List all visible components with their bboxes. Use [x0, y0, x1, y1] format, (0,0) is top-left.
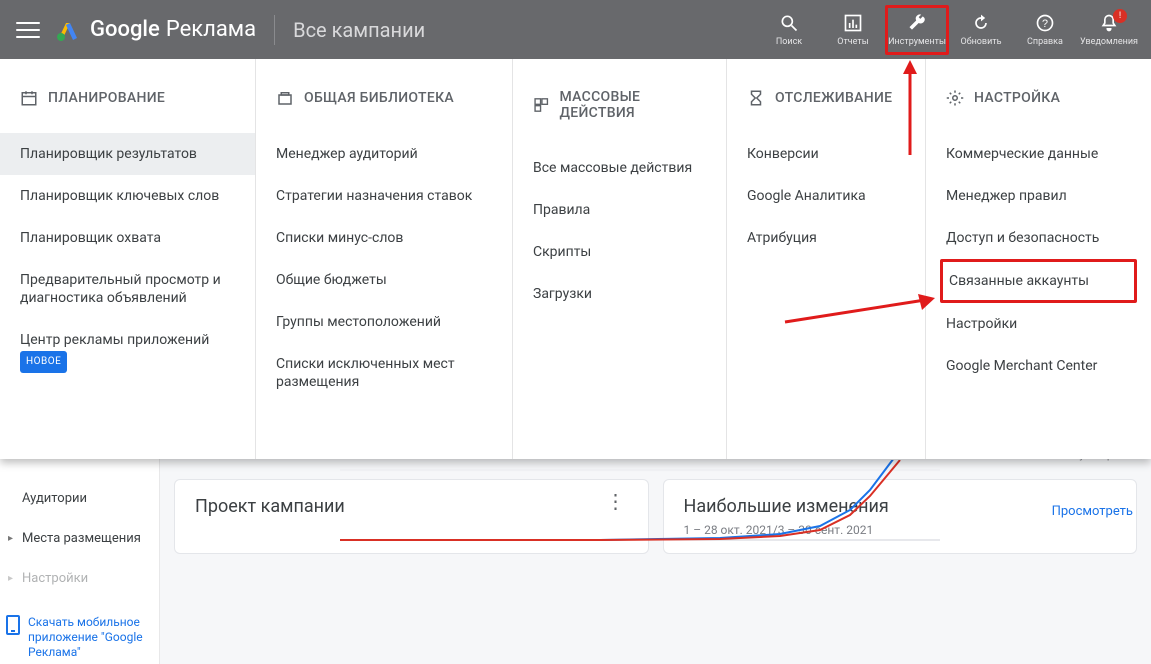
mega-head-shared: ОБЩАЯ БИБЛИОТЕКА	[276, 89, 492, 107]
menu-item-keyword-planner[interactable]: Планировщик ключевых слов	[20, 175, 235, 217]
sidebar-item-placements[interactable]: Места размещения	[0, 519, 159, 559]
menu-item-uploads[interactable]: Загрузки	[533, 273, 706, 315]
menu-item-business-data[interactable]: Коммерческие данные	[946, 133, 1131, 175]
menu-icon[interactable]	[16, 18, 40, 42]
phone-icon	[6, 615, 20, 635]
mega-head-tracking: ОТСЛЕЖИВАНИЕ	[747, 89, 905, 107]
menu-item-performance-planner[interactable]: Планировщик результатов	[0, 133, 255, 175]
bulk-icon	[533, 96, 549, 114]
reports-button[interactable]: Отчеты	[821, 5, 885, 55]
tools-button[interactable]: Инструменты	[885, 5, 949, 55]
mega-col-bulk: МАССОВЫЕ ДЕЙСТВИЯ Все массовые действия …	[512, 59, 726, 459]
library-icon	[276, 89, 294, 107]
menu-item-preferences[interactable]: Настройки	[946, 303, 1131, 345]
menu-item-attribution[interactable]: Атрибуция	[747, 217, 905, 259]
menu-item-negative-keywords[interactable]: Списки минус-слов	[276, 217, 492, 259]
mega-title-tracking: ОТСЛЕЖИВАНИЕ	[775, 90, 892, 106]
menu-item-placement-exclusions[interactable]: Списки исключенных мест размещения	[276, 343, 492, 403]
header-divider	[274, 15, 275, 45]
brand-sub: Реклама	[166, 17, 256, 42]
menu-item-rules[interactable]: Правила	[533, 189, 706, 231]
notification-badge: !	[1113, 9, 1127, 23]
new-badge: НОВОЕ	[20, 351, 67, 373]
calendar-icon	[20, 89, 38, 107]
help-icon: ?	[1034, 12, 1056, 34]
refresh-icon	[970, 12, 992, 34]
menu-item-linked-accounts[interactable]: Связанные аккаунты	[940, 259, 1137, 303]
mega-col-settings: НАСТРОЙКА Коммерческие данные Менеджер п…	[925, 59, 1151, 459]
mega-head-settings: НАСТРОЙКА	[946, 89, 1131, 107]
refresh-label: Обновить	[961, 37, 1002, 47]
app-header: Google Реклама Все кампании Поиск Отчеты…	[0, 0, 1151, 59]
brand-main: Google	[90, 17, 160, 42]
mega-title-planning: ПЛАНИРОВАНИЕ	[48, 90, 165, 106]
mega-head-planning: ПЛАНИРОВАНИЕ	[20, 89, 235, 107]
app-promo-text: Скачать мобильное приложение "Google Рек…	[28, 615, 153, 660]
mega-title-shared: ОБЩАЯ БИБЛИОТЕКА	[304, 90, 454, 106]
tools-label: Инструменты	[888, 37, 946, 47]
menu-item-conversions[interactable]: Конверсии	[747, 133, 905, 175]
overview-chart	[300, 460, 1000, 580]
menu-item-reach-planner[interactable]: Планировщик охвата	[20, 217, 235, 259]
brand-text: Google Реклама	[90, 17, 256, 42]
refresh-button[interactable]: Обновить	[949, 5, 1013, 55]
menu-item-merchant-center[interactable]: Google Merchant Center	[946, 345, 1131, 387]
mega-head-bulk: МАССОВЫЕ ДЕЙСТВИЯ	[533, 89, 706, 121]
notifications-label: Уведомления	[1080, 37, 1138, 47]
google-ads-logo-icon	[56, 18, 80, 42]
mega-col-planning: ПЛАНИРОВАНИЕ Планировщик результатов Пла…	[0, 59, 255, 459]
mega-title-bulk: МАССОВЫЕ ДЕЙСТВИЯ	[559, 89, 706, 121]
sidebar-item-settings[interactable]: Настройки	[0, 559, 159, 599]
reports-label: Отчеты	[837, 37, 868, 47]
search-icon	[778, 12, 800, 34]
view-link[interactable]: Просмотреть	[1052, 504, 1133, 519]
menu-item-location-groups[interactable]: Группы местоположений	[276, 301, 492, 343]
menu-item-scripts[interactable]: Скрипты	[533, 231, 706, 273]
menu-item-audience-manager[interactable]: Менеджер аудиторий	[276, 133, 492, 175]
search-button[interactable]: Поиск	[757, 5, 821, 55]
sidebar-item-audiences[interactable]: Аудитории	[0, 479, 159, 519]
gear-icon	[946, 89, 964, 107]
help-label: Справка	[1027, 37, 1063, 47]
app-download-promo[interactable]: Скачать мобильное приложение "Google Рек…	[6, 615, 153, 660]
menu-item-shared-budgets[interactable]: Общие бюджеты	[276, 259, 492, 301]
header-actions: Поиск Отчеты Инструменты Обновить ? Спра…	[757, 5, 1141, 55]
brand-logo-wrap[interactable]: Google Реклама	[56, 17, 256, 42]
mega-col-tracking: ОТСЛЕЖИВАНИЕ Конверсии Google Аналитика …	[726, 59, 925, 459]
menu-item-all-bulk[interactable]: Все массовые действия	[533, 147, 706, 189]
menu-item-bid-strategies[interactable]: Стратегии назначения ставок	[276, 175, 492, 217]
menu-item-access-security[interactable]: Доступ и безопасность	[946, 217, 1131, 259]
page-title: Все кампании	[293, 18, 425, 42]
hourglass-icon	[747, 89, 765, 107]
reports-icon	[842, 12, 864, 34]
tools-mega-menu: ПЛАНИРОВАНИЕ Планировщик результатов Пла…	[0, 59, 1151, 459]
menu-item-app-hub[interactable]: Центр рекламы приложений НОВОЕ	[20, 319, 235, 385]
help-button[interactable]: ? Справка	[1013, 5, 1077, 55]
notifications-button[interactable]: ! Уведомления	[1077, 5, 1141, 55]
menu-item-app-hub-label: Центр рекламы приложений	[20, 332, 209, 348]
svg-text:?: ?	[1042, 18, 1048, 30]
mega-col-shared: ОБЩАЯ БИБЛИОТЕКА Менеджер аудиторий Стра…	[255, 59, 512, 459]
mega-title-settings: НАСТРОЙКА	[974, 90, 1060, 106]
search-label: Поиск	[776, 37, 802, 47]
menu-item-analytics[interactable]: Google Аналитика	[747, 175, 905, 217]
wrench-icon	[906, 12, 928, 34]
menu-item-policy-manager[interactable]: Менеджер правил	[946, 175, 1131, 217]
menu-item-ad-preview[interactable]: Предварительный просмотр и диагностика о…	[20, 259, 235, 319]
